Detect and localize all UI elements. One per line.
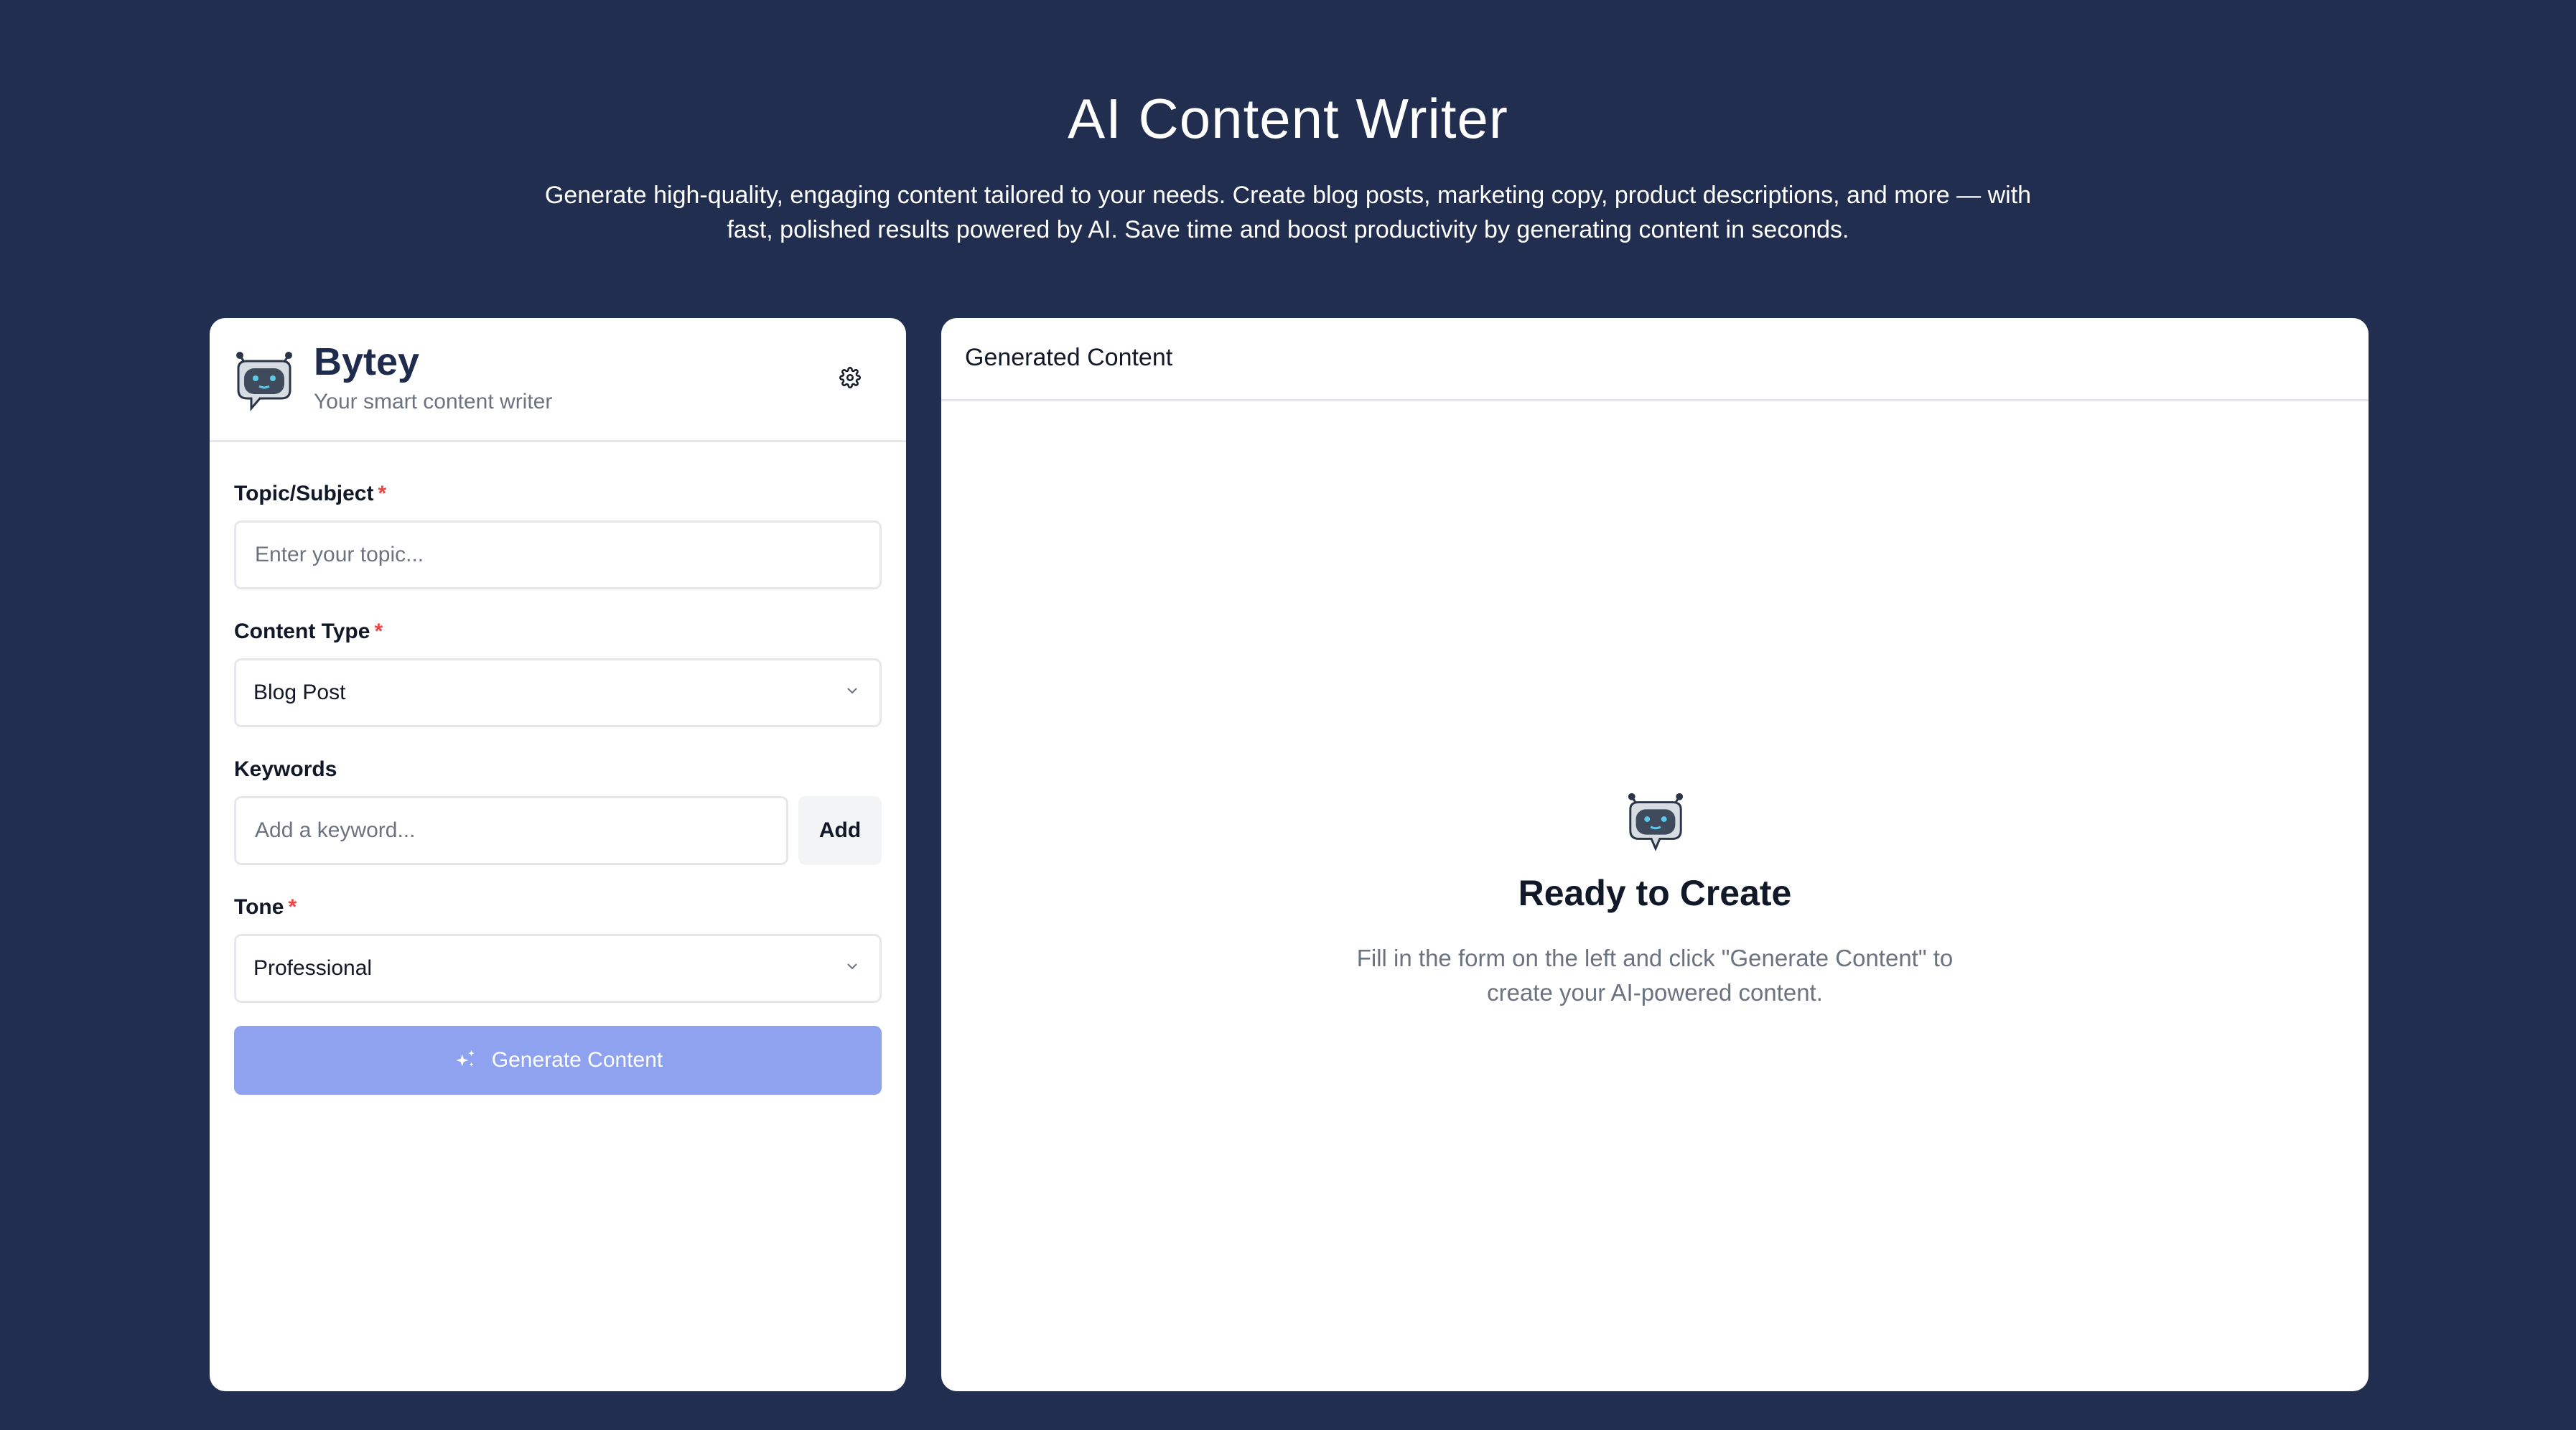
topic-field xyxy=(234,520,882,589)
empty-state-description: Fill in the form on the left and click "… xyxy=(1356,945,1954,1006)
output-header: Generated Content xyxy=(941,318,2369,401)
keyword-input[interactable] xyxy=(253,818,786,843)
page-description: Generate high-quality, engaging content … xyxy=(544,182,2032,243)
empty-state-title: Ready to Create xyxy=(1518,873,1792,913)
robot-chat-icon xyxy=(231,347,297,413)
required-mark: * xyxy=(288,895,297,919)
chevron-down-icon xyxy=(844,681,861,705)
generated-content-panel: Generated Content Ready to Create Fill i… xyxy=(941,318,2369,1391)
content-form-panel: Bytey Your smart content writer Topic/Su… xyxy=(210,318,906,1391)
tone-value: Professional xyxy=(253,956,373,980)
add-keyword-button[interactable]: Add xyxy=(798,796,882,865)
chevron-down-icon xyxy=(844,956,861,981)
generate-content-label: Generate Content xyxy=(491,1048,663,1072)
tone-select[interactable]: Professional xyxy=(234,934,882,1003)
page-title: AI Content Writer xyxy=(1068,87,1508,150)
robot-chat-icon xyxy=(1623,788,1688,853)
content-type-select[interactable]: Blog Post xyxy=(234,658,882,727)
topic-input[interactable] xyxy=(253,542,879,568)
form-header: Bytey Your smart content writer xyxy=(210,318,906,442)
keyword-field xyxy=(234,796,788,865)
settings-button[interactable] xyxy=(832,361,868,397)
keywords-label: Keywords xyxy=(234,757,337,781)
output-title: Generated Content xyxy=(965,344,1173,371)
brand-tagline: Your smart content writer xyxy=(314,390,553,413)
tone-label: Tone * xyxy=(234,895,297,919)
required-mark: * xyxy=(374,620,383,643)
gear-icon xyxy=(839,366,861,392)
required-mark: * xyxy=(378,482,387,505)
topic-label: Topic/Subject * xyxy=(234,482,387,505)
content-type-label: Content Type * xyxy=(234,620,383,643)
content-type-value: Blog Post xyxy=(253,681,346,704)
brand-name: Bytey xyxy=(314,340,420,383)
generate-content-button[interactable]: Generate Content xyxy=(234,1026,882,1095)
sparkles-icon xyxy=(453,1048,477,1072)
